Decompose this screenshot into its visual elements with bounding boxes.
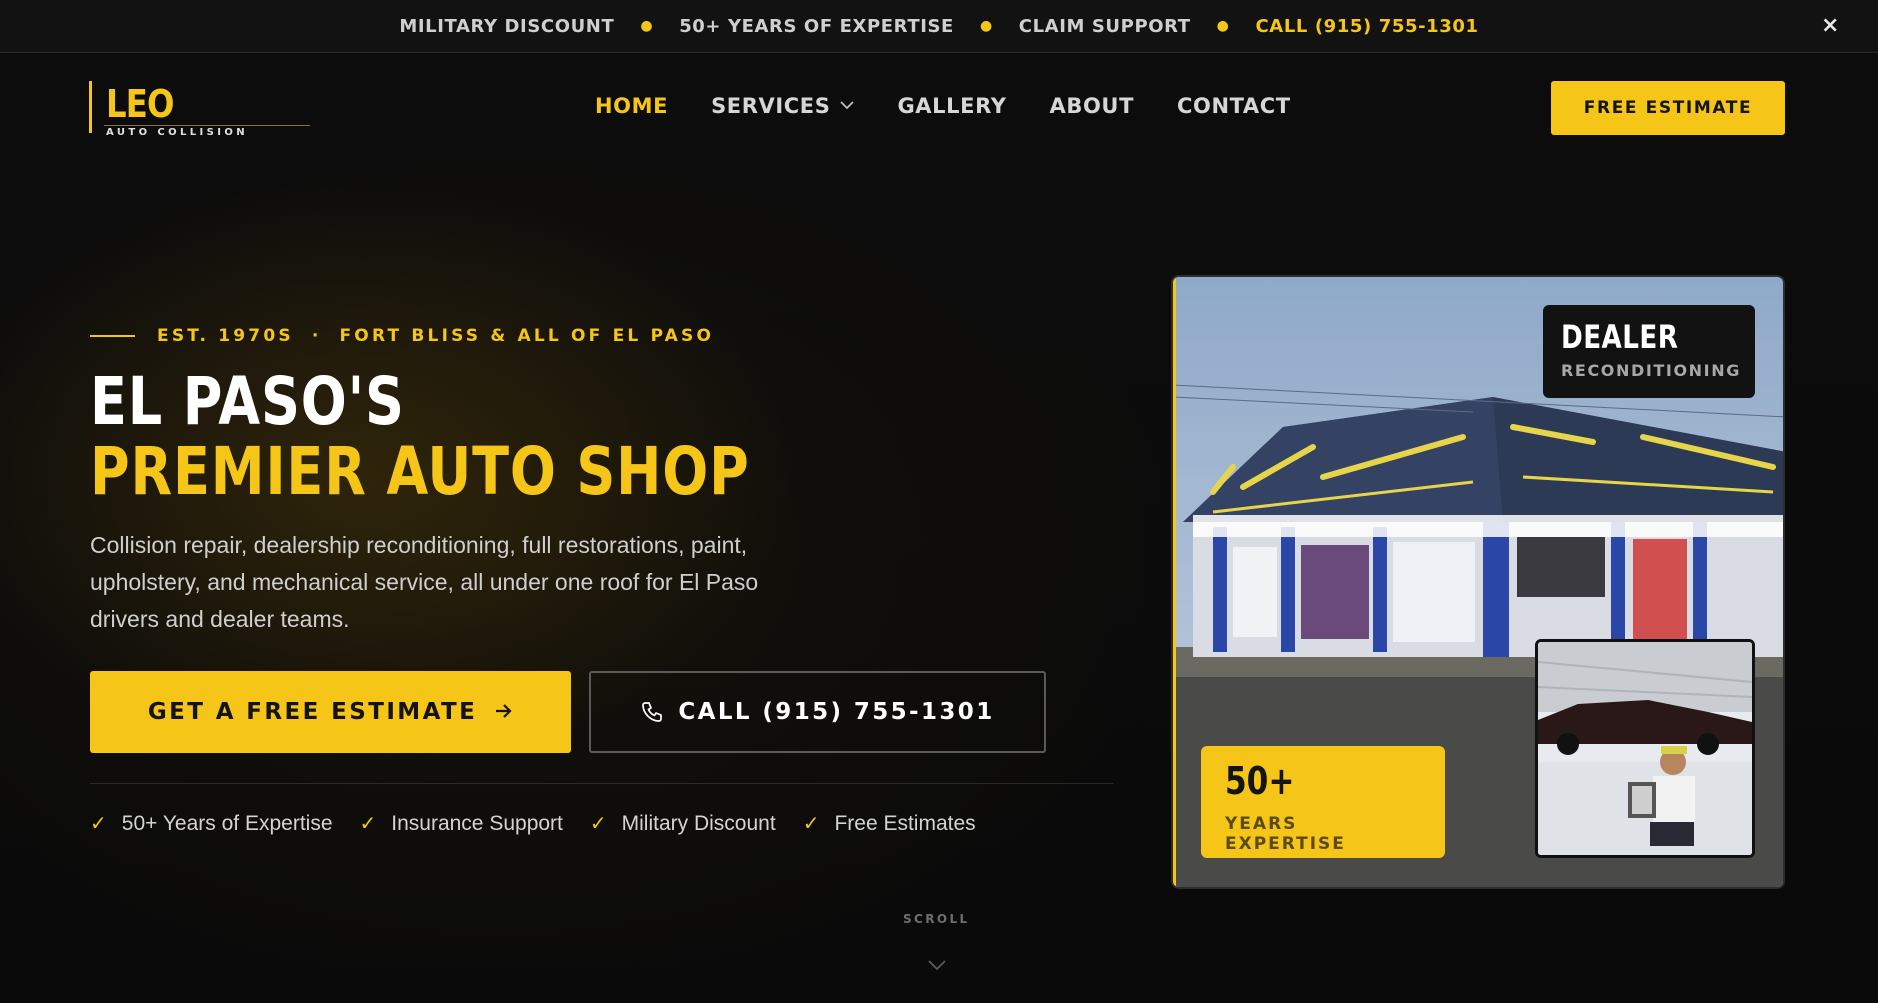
check-icon: ✓ (802, 813, 820, 835)
arrow-right-icon (495, 700, 513, 725)
check-icon: ✓ (359, 813, 377, 835)
hero-title-line2: PREMIER AUTO SHOP (90, 433, 750, 510)
nav-services-label: SERVICES (711, 94, 831, 118)
announcement-military: MILITARY DISCOUNT (399, 15, 615, 37)
feature-item: ✓ Free Estimates (803, 811, 976, 836)
check-icon: ✓ (90, 813, 107, 835)
phone-icon (640, 700, 664, 724)
announcement-expertise: 50+ YEARS OF EXPERTISE (679, 15, 954, 37)
eyebrow-line (90, 335, 135, 337)
get-free-estimate-label: GET A FREE ESTIMATE (147, 699, 478, 725)
call-button-label: CALL (915) 755-1301 (678, 699, 995, 725)
feature-label: 50+ Years of Expertise (121, 811, 333, 835)
close-icon[interactable]: × (1821, 14, 1840, 38)
logo[interactable]: LEO AUTO COLLISION (89, 81, 311, 139)
announcement-phone-link[interactable]: CALL (915) 755-1301 (1256, 16, 1479, 37)
dot-separator: ● (1216, 18, 1230, 34)
eyebrow-established: EST. 1970S (157, 326, 294, 346)
feature-label: Insurance Support (391, 811, 563, 835)
hero-title: EL PASO'S PREMIER AUTO SHOP (90, 367, 750, 507)
feature-item: ✓ Insurance Support (360, 811, 563, 836)
feature-list: ✓ 50+ Years of Expertise ✓ Insurance Sup… (90, 811, 1003, 836)
chevron-down-icon[interactable] (928, 958, 946, 976)
dealer-reconditioning-badge: DEALER RECONDITIONING (1543, 305, 1755, 398)
nav-gallery[interactable]: GALLERY (897, 94, 1006, 118)
nav-about[interactable]: ABOUT (1050, 94, 1135, 118)
logo-underline (104, 125, 310, 126)
eyebrow-separator: · (311, 326, 322, 346)
feature-item: ✓ Military Discount (590, 811, 776, 836)
free-estimate-button[interactable]: FREE ESTIMATE (1551, 81, 1785, 135)
nav-home[interactable]: HOME (595, 94, 668, 118)
years-badge-label: YEARS EXPERTISE (1225, 814, 1346, 854)
announcement-claim: CLAIM SUPPORT (1018, 15, 1191, 37)
logo-tagline: AUTO COLLISION (106, 127, 249, 138)
hero-description: Collision repair, dealership recondition… (90, 532, 759, 632)
scroll-label: SCROLL (903, 912, 970, 926)
feature-item: ✓ 50+ Years of Expertise (90, 811, 333, 836)
call-button[interactable]: CALL (915) 755-1301 (589, 671, 1046, 753)
get-free-estimate-button[interactable]: GET A FREE ESTIMATE (90, 671, 571, 753)
card-accent (1173, 277, 1176, 887)
years-expertise-badge: 50+ YEARS EXPERTISE (1201, 746, 1445, 858)
hero-title-line1: EL PASO'S (90, 363, 405, 440)
logo-bar (89, 81, 92, 133)
nav-contact[interactable]: CONTACT (1177, 94, 1291, 118)
nav-services[interactable]: SERVICES (711, 94, 855, 118)
check-icon: ✓ (589, 813, 607, 835)
dealer-badge-subtitle: RECONDITIONING (1561, 361, 1741, 380)
main-nav: HOME SERVICES GALLERY ABOUT CONTACT (595, 94, 1334, 118)
feature-label: Free Estimates (834, 811, 976, 835)
hero-eyebrow: EST. 1970S · FORT BLISS & ALL OF EL PASO (90, 326, 714, 346)
dealer-badge-title: DEALER (1561, 318, 1679, 356)
hero-divider (90, 783, 1113, 784)
logo-name: LEO (106, 82, 174, 126)
dot-separator: ● (640, 18, 654, 34)
feature-label: Military Discount (621, 811, 776, 835)
chevron-down-icon (840, 98, 855, 114)
dot-separator: ● (979, 18, 993, 34)
owner-award-image (1538, 642, 1752, 855)
eyebrow-area: FORT BLISS & ALL OF EL PASO (339, 326, 715, 346)
years-badge-value: 50+ (1225, 759, 1295, 803)
owner-photo (1535, 639, 1755, 858)
announcement-bar: MILITARY DISCOUNT ● 50+ YEARS OF EXPERTI… (0, 0, 1878, 53)
